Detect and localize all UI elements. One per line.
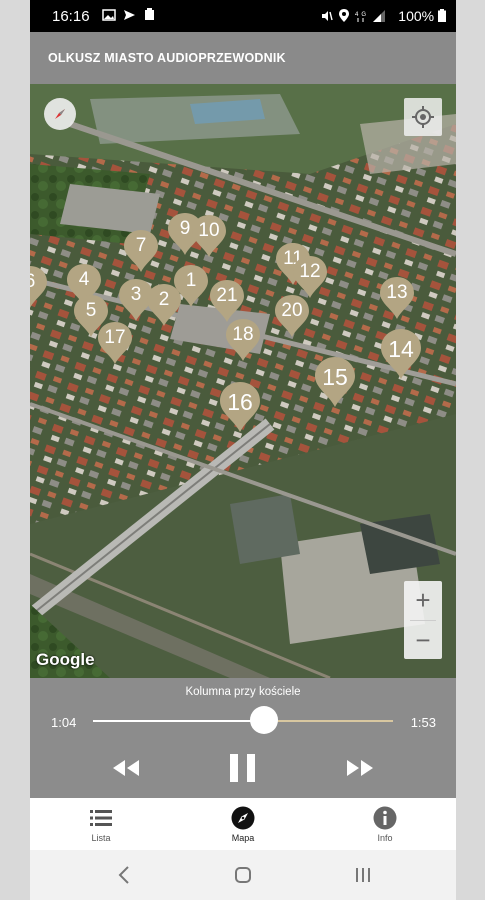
marker-number: 15 — [322, 364, 348, 390]
google-logo: Google — [36, 650, 95, 669]
svg-text:4G: 4G — [355, 12, 367, 18]
status-time: 16:16 — [52, 8, 90, 25]
marker-number: 1 — [185, 270, 197, 291]
back-icon[interactable] — [110, 862, 140, 888]
progress-knob[interactable] — [250, 706, 278, 734]
status-left-icons — [102, 8, 155, 23]
marker-number: 13 — [386, 282, 408, 303]
nav-label: Info — [377, 833, 393, 843]
marker-number: 12 — [299, 261, 321, 282]
marker-number: 5 — [85, 300, 97, 321]
marker-number: 7 — [135, 235, 147, 256]
map-marker[interactable]: 18 — [225, 318, 261, 362]
phone-screen: 16:16 4G 100% OLKUSZ MIASTO AUDIOPRZEWOD… — [30, 0, 456, 900]
system-navigation-bar — [30, 850, 456, 900]
list-icon — [90, 810, 112, 826]
map-marker[interactable]: 6 — [30, 265, 48, 309]
current-time: 1:04 — [51, 715, 77, 730]
map-marker[interactable]: 13 — [379, 276, 415, 320]
page-title: OLKUSZ MIASTO AUDIOPRZEWODNIK — [48, 51, 286, 65]
zoom-controls: + − — [404, 581, 442, 659]
marker-number: 6 — [30, 271, 48, 293]
marker-number: 14 — [388, 336, 414, 362]
map-marker[interactable]: 1 — [173, 264, 209, 308]
map-marker[interactable]: 20 — [274, 294, 310, 338]
nav-label: Mapa — [231, 833, 255, 843]
battery-icon — [438, 9, 446, 22]
total-time: 1:53 — [410, 715, 436, 730]
send-icon — [124, 10, 136, 20]
map-marker[interactable]: 14 — [380, 328, 422, 380]
map-compass-button[interactable] — [44, 98, 76, 130]
recents-icon[interactable] — [348, 862, 378, 888]
my-location-icon — [412, 106, 434, 128]
zoom-in-button[interactable]: + — [404, 581, 442, 619]
marker-number: 21 — [216, 285, 238, 306]
map-marker[interactable]: 10 — [191, 214, 227, 258]
map-marker[interactable]: 17 — [97, 321, 133, 365]
fast-forward-button[interactable] — [344, 750, 376, 786]
bottom-navigation: Lista Mapa Info — [30, 798, 456, 850]
rewind-button[interactable] — [110, 750, 142, 786]
pause-button[interactable] — [227, 750, 259, 786]
mute-icon — [321, 11, 333, 21]
progress-fill — [93, 720, 264, 722]
nav-item-info[interactable]: Info — [314, 798, 456, 850]
network-4g-icon: 4G — [355, 12, 367, 22]
marker-number: 16 — [227, 389, 253, 415]
nav-item-mapa[interactable]: Mapa — [172, 798, 314, 850]
location-icon — [338, 9, 349, 22]
image-icon — [102, 9, 116, 21]
marker-number: 10 — [198, 220, 220, 241]
map-marker[interactable]: 16 — [219, 381, 261, 433]
status-right-icons: 4G — [321, 9, 386, 25]
marker-number: 17 — [104, 327, 126, 348]
zoom-out-button[interactable]: − — [404, 621, 442, 659]
progress-track[interactable] — [93, 720, 393, 722]
my-location-button[interactable] — [404, 98, 442, 136]
map-view[interactable]: 6 4 5 17 7 3 2 1 9 10 21 18 11 12 20 13 … — [30, 84, 456, 678]
nav-label: Lista — [91, 833, 111, 843]
marker-number: 20 — [281, 300, 303, 321]
marker-number: 18 — [232, 324, 254, 345]
status-bar: 16:16 4G 100% — [30, 0, 456, 32]
track-title: Kolumna przy kościele — [185, 686, 301, 698]
compass-needle-icon — [55, 109, 65, 119]
app-header: OLKUSZ MIASTO AUDIOPRZEWODNIK — [30, 32, 456, 84]
info-icon — [373, 806, 397, 830]
audio-player: Kolumna przy kościele 1:04 1:53 — [30, 678, 456, 798]
battery-indicator: 100% — [398, 8, 446, 24]
home-icon[interactable] — [228, 862, 258, 888]
map-marker[interactable]: 12 — [292, 255, 328, 299]
signal-icon — [373, 10, 385, 22]
battery-percent: 100% — [398, 8, 435, 24]
map-marker[interactable]: 7 — [123, 229, 159, 273]
clipboard-icon — [144, 8, 154, 20]
nav-item-lista[interactable]: Lista — [30, 798, 172, 850]
map-marker[interactable]: 15 — [314, 356, 356, 408]
compass-icon — [231, 806, 255, 830]
marker-number: 4 — [78, 269, 90, 290]
map-marker[interactable]: 21 — [209, 279, 245, 323]
